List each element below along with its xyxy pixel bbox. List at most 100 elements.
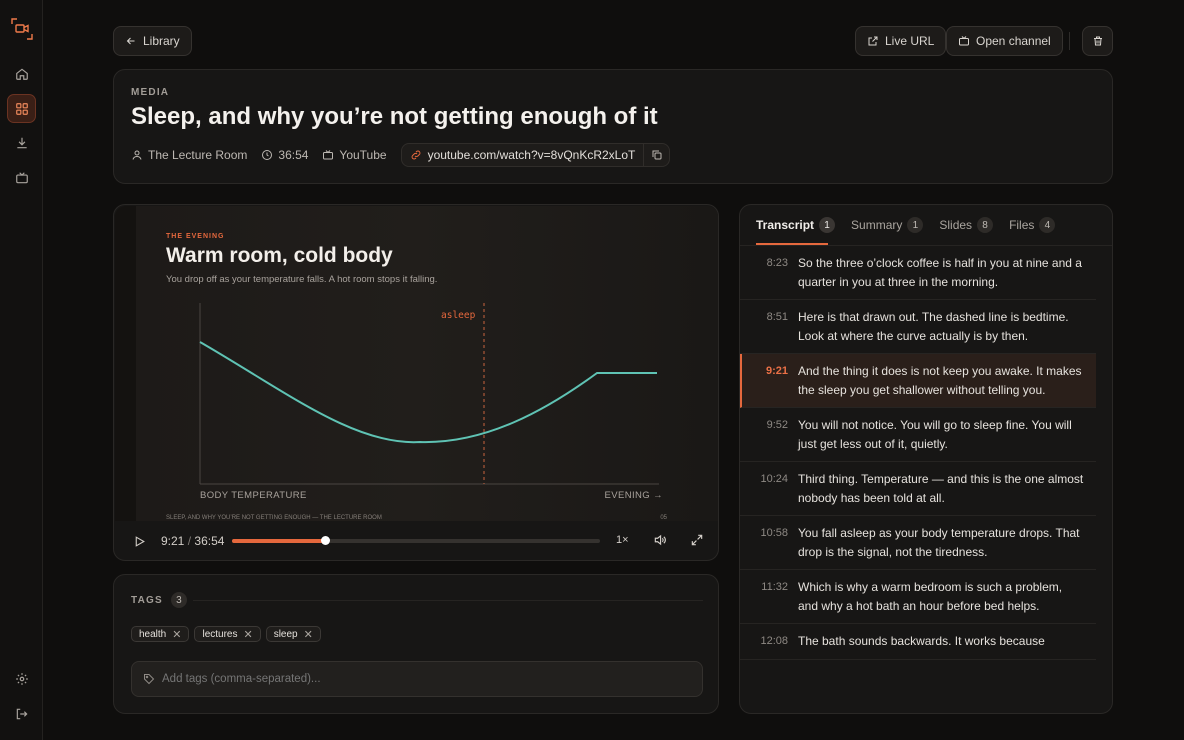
delete-button[interactable]	[1082, 26, 1113, 56]
sidebar	[0, 0, 43, 740]
video-frame[interactable]: THE EVENING Warm room, cold body You dro…	[115, 206, 718, 521]
media-eyebrow: MEDIA	[131, 87, 170, 98]
segment-time: 10:58	[760, 527, 788, 539]
user-icon	[132, 150, 142, 160]
sidebar-item-settings[interactable]	[7, 664, 36, 693]
current-time: 9:21	[161, 534, 185, 548]
segment-text: Which is why a warm bedroom is such a pr…	[798, 580, 1063, 613]
transcript-row[interactable]: 12:08 The bath sounds backwards. It works…	[740, 624, 1096, 660]
transcript-row[interactable]: 8:51 Here is that drawn out. The dashed l…	[740, 300, 1096, 354]
divider	[1069, 32, 1070, 50]
page-title: Sleep, and why you’re not getting enough…	[131, 103, 658, 130]
tab-count: 1	[907, 217, 924, 233]
open-channel-label: Open channel	[976, 34, 1051, 48]
progress-thumb[interactable]	[321, 536, 331, 545]
live-url-label: Live URL	[885, 34, 935, 48]
tag-chip: lectures ✕	[194, 626, 261, 642]
segment-text: The bath sounds backwards. It works beca…	[798, 634, 1045, 648]
transcript-row[interactable]: 10:58 You fall asleep as your body temper…	[740, 516, 1096, 570]
external-link-icon	[868, 36, 878, 46]
logout-icon	[16, 708, 27, 719]
video-player: THE EVENING Warm room, cold body You dro…	[113, 204, 719, 561]
tags-divider	[193, 600, 703, 601]
tag-label: lectures	[202, 628, 238, 640]
open-channel-button[interactable]: Open channel	[946, 26, 1063, 56]
download-icon	[16, 137, 27, 148]
segment-text: You will not notice. You will go to slee…	[798, 418, 1072, 451]
tab-count: 1	[819, 217, 836, 233]
url-pill[interactable]: youtube.com/watch?v=8vQnKcR2xLoT	[400, 143, 671, 167]
temperature-curve	[199, 341, 657, 444]
tab-slides[interactable]: Slides 8	[939, 217, 994, 233]
tag-label: sleep	[273, 628, 298, 640]
tab-label: Slides	[939, 218, 973, 232]
author-meta: The Lecture Room	[131, 148, 247, 162]
sidebar-item-logout[interactable]	[7, 699, 36, 728]
transcript-scrollbar[interactable]	[1098, 246, 1112, 713]
duration-value: 36:54	[278, 148, 309, 162]
play-icon	[135, 535, 145, 547]
copy-icon	[652, 150, 662, 160]
add-tags-input[interactable]	[162, 673, 691, 685]
time-display: 9:21 / 36:54	[161, 534, 224, 548]
back-to-library-button[interactable]: Library	[113, 26, 192, 56]
clock-icon	[262, 150, 273, 160]
progress-fill	[232, 539, 326, 543]
sidebar-item-channels[interactable]	[7, 163, 36, 192]
transcript-row[interactable]: 11:32 Which is why a warm bedroom is such…	[740, 570, 1096, 624]
media-header: MEDIA Sleep, and why you’re not getting …	[113, 69, 1113, 184]
transcript-list[interactable]: 8:23 So the three o’clock coffee is half …	[740, 246, 1096, 713]
tab-label: Files	[1009, 218, 1035, 232]
asleep-marker-label: asleep	[441, 310, 476, 321]
tags-count: 3	[170, 592, 187, 608]
platform-name: YouTube	[339, 148, 387, 162]
progress-track[interactable]	[232, 536, 600, 545]
author-name: The Lecture Room	[148, 148, 248, 162]
tag-label: health	[139, 628, 167, 640]
segment-text: Here is that drawn out. The dashed line …	[798, 310, 1069, 343]
segment-time: 8:51	[766, 311, 788, 323]
segment-time: 9:21	[765, 365, 788, 377]
tab-label: Transcript	[756, 218, 815, 232]
tab-count: 4	[1039, 217, 1056, 233]
duration-meta: 36:54	[261, 148, 308, 162]
transcript-row[interactable]: 8:23 So the three o’clock coffee is half …	[740, 246, 1096, 300]
fullscreen-button[interactable]	[690, 533, 704, 550]
arrow-left-icon	[126, 37, 135, 45]
x-axis-label: EVENING →	[604, 490, 663, 501]
remove-tag-button[interactable]: ✕	[243, 628, 252, 641]
platform-meta: YouTube	[322, 148, 387, 162]
remove-tag-button[interactable]: ✕	[304, 628, 313, 641]
copy-url-button[interactable]	[643, 144, 669, 166]
playback-speed-button[interactable]: 1×	[616, 534, 629, 546]
grid-icon	[15, 102, 28, 115]
transcript-row-active[interactable]: 9:21 And the thing it does is not keep yo…	[740, 354, 1096, 408]
transcript-row[interactable]: 9:52 You will not notice. You will go to …	[740, 408, 1096, 462]
volume-button[interactable]	[653, 533, 667, 550]
app-logo-icon[interactable]	[10, 17, 34, 41]
tab-transcript[interactable]: Transcript 1	[756, 217, 836, 233]
tags-card: TAGS 3 health ✕ lectures ✕ sleep ✕	[113, 574, 719, 714]
source-url: youtube.com/watch?v=8vQnKcR2xLoT	[427, 148, 636, 162]
transcript-row[interactable]: 10:24 Third thing. Temperature — and this…	[740, 462, 1096, 516]
sidebar-item-downloads[interactable]	[7, 128, 36, 157]
tag-list: health ✕ lectures ✕ sleep ✕	[131, 626, 321, 642]
tab-summary[interactable]: Summary 1	[851, 217, 924, 233]
sidebar-item-library[interactable]	[7, 94, 36, 123]
link-icon	[411, 150, 420, 160]
segment-time: 10:24	[760, 473, 788, 485]
remove-tag-button[interactable]: ✕	[172, 628, 181, 641]
segment-time: 8:23	[766, 257, 788, 269]
segment-text: And the thing it does is not keep you aw…	[798, 364, 1082, 397]
home-icon	[15, 68, 28, 80]
tv-icon	[15, 171, 28, 183]
segment-text: So the three o’clock coffee is half in y…	[798, 256, 1082, 289]
tab-count: 8	[977, 217, 994, 233]
live-url-button[interactable]: Live URL	[855, 26, 947, 56]
segment-time: 11:32	[761, 581, 788, 593]
panel-tabs: Transcript 1 Summary 1 Slides 8 Files 4	[756, 217, 1056, 233]
tab-label: Summary	[851, 218, 903, 232]
play-button[interactable]	[131, 533, 147, 549]
tab-files[interactable]: Files 4	[1009, 217, 1056, 233]
sidebar-item-home[interactable]	[7, 59, 36, 88]
